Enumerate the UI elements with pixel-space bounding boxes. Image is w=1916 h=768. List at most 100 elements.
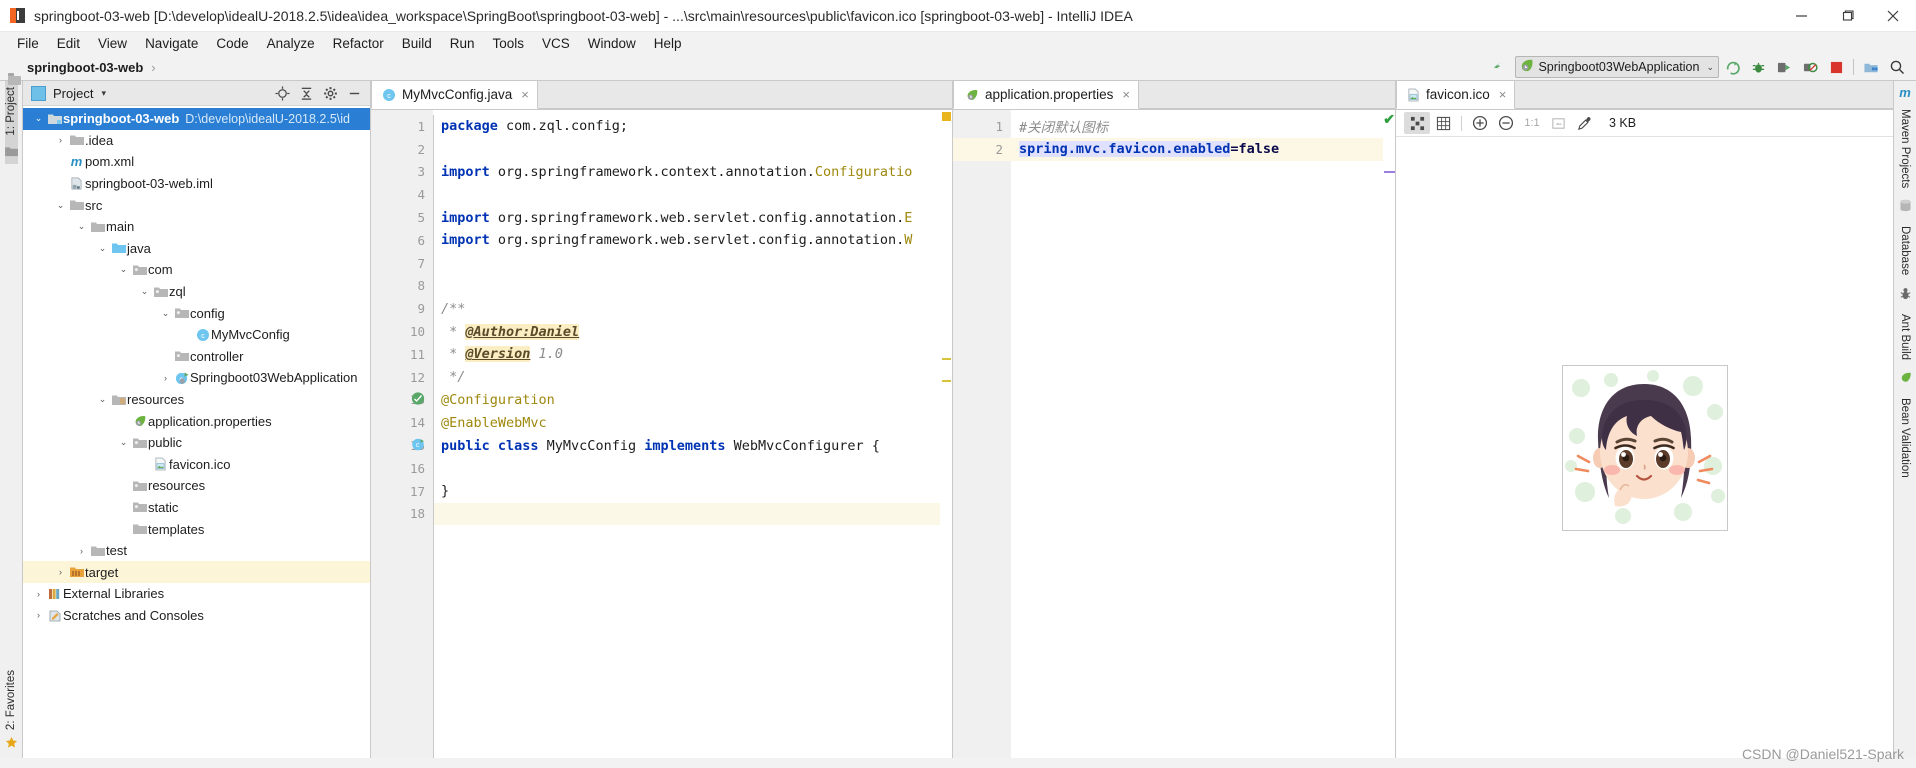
chevron-right-icon[interactable]: › <box>53 567 68 577</box>
maximize-button[interactable] <box>1824 0 1870 31</box>
menu-edit[interactable]: Edit <box>48 34 89 53</box>
menu-code[interactable]: Code <box>207 34 257 53</box>
chevron-down-icon[interactable]: ⌄ <box>53 200 68 211</box>
tree-item-public[interactable]: ⌄ public <box>23 432 370 454</box>
chevron-down-icon[interactable]: ⌄ <box>31 113 46 124</box>
debug-icon[interactable] <box>1745 56 1771 78</box>
tree-item-favicon-ico[interactable]: favicon.ico <box>23 454 370 476</box>
chevron-right-icon[interactable]: › <box>53 135 68 145</box>
tree-item-main[interactable]: ⌄ main <box>23 216 370 238</box>
actual-size-icon[interactable]: 1:1 <box>1519 112 1545 134</box>
zoom-out-icon[interactable] <box>1493 112 1519 134</box>
sidebar-tab-database[interactable]: Database <box>1899 219 1911 282</box>
collapse-all-icon[interactable] <box>294 82 318 104</box>
menu-tools[interactable]: Tools <box>484 34 534 53</box>
chevron-down-icon[interactable]: ⌄ <box>116 264 131 275</box>
fit-to-window-icon[interactable] <box>1545 112 1571 134</box>
close-icon[interactable]: × <box>1122 87 1130 102</box>
error-stripe-marker[interactable] <box>942 112 951 121</box>
chevron-down-icon[interactable]: ⌄ <box>158 308 173 319</box>
menu-refactor[interactable]: Refactor <box>324 34 393 53</box>
chevron-right-icon[interactable]: › <box>31 589 46 599</box>
tree-item-config[interactable]: ⌄ config <box>23 302 370 324</box>
spring-config-icon[interactable]: c <box>411 437 425 454</box>
tree-item-application-properties[interactable]: application.properties <box>23 410 370 432</box>
sidebar-tab-project[interactable]: 1: Project <box>5 81 17 142</box>
tree-item-target[interactable]: › target <box>23 561 370 584</box>
chevron-down-icon[interactable]: ⌄ <box>137 286 152 297</box>
make-project-icon[interactable] <box>1483 56 1509 78</box>
inspection-ok-icon[interactable]: ✔ <box>1383 111 1395 128</box>
tree-item-resources-root[interactable]: ⌄ resources <box>23 389 370 411</box>
search-everywhere-icon[interactable] <box>1884 56 1910 78</box>
chevron-right-icon[interactable]: › <box>31 610 46 620</box>
code-text-java[interactable]: package com.zql.config; import org.sprin… <box>433 110 940 758</box>
menu-vcs[interactable]: VCS <box>533 34 579 53</box>
image-viewer-canvas[interactable] <box>1396 137 1893 758</box>
spring-bean-icon[interactable] <box>411 391 425 408</box>
color-picker-icon[interactable] <box>1571 112 1597 134</box>
run-icon[interactable] <box>1719 56 1745 78</box>
run-configuration-selector[interactable]: Springboot03WebApplication ⌄ <box>1515 56 1719 78</box>
grid-icon[interactable] <box>1430 112 1456 134</box>
tree-item-java[interactable]: ⌄ java <box>23 238 370 260</box>
tree-item-com[interactable]: ⌄ com <box>23 259 370 281</box>
stop-icon[interactable] <box>1823 56 1849 78</box>
tree-item-external-libraries[interactable]: › External Libraries <box>23 583 370 605</box>
sidebar-tab-favorites[interactable]: 2: Favorites <box>5 664 17 736</box>
tree-item-iml[interactable]: springboot-03-web.iml <box>23 173 370 195</box>
menu-run[interactable]: Run <box>441 34 484 53</box>
project-structure-icon[interactable] <box>1858 56 1884 78</box>
chevron-down-icon[interactable]: ⌄ <box>116 437 131 448</box>
settings-gear-icon[interactable] <box>318 82 342 104</box>
tree-item-templates[interactable]: templates <box>23 518 370 540</box>
tab-application-properties[interactable]: application.properties × <box>953 80 1139 109</box>
code-editor-java[interactable]: 1 2 3 4 5 6 7 8 9 10 11 12 14 c 16 17 18… <box>371 110 952 758</box>
chevron-down-icon[interactable]: ⌄ <box>74 221 89 232</box>
tree-item-resources-dir[interactable]: resources <box>23 475 370 497</box>
marker-stripe-properties[interactable]: ✔ <box>1383 110 1395 758</box>
close-icon[interactable]: × <box>1499 87 1507 102</box>
sidebar-tab-maven-projects[interactable]: Maven Projects <box>1899 102 1911 195</box>
tab-favicon-ico[interactable]: favicon.ico × <box>1396 80 1516 109</box>
code-text-properties[interactable]: #关闭默认图标 spring.mvc.favicon.enabled = false <box>1011 110 1383 758</box>
tree-item-scratches-and-consoles[interactable]: › Scratches and Consoles <box>23 605 370 627</box>
chevron-down-icon[interactable]: ▾ <box>101 88 106 99</box>
menu-build[interactable]: Build <box>393 34 441 53</box>
tree-item-mymvcconfig[interactable]: c MyMvcConfig <box>23 324 370 346</box>
zoom-in-icon[interactable] <box>1467 112 1493 134</box>
menu-help[interactable]: Help <box>645 34 691 53</box>
run-with-coverage-icon[interactable] <box>1771 56 1797 78</box>
tree-item-idea[interactable]: › .idea <box>23 130 370 152</box>
tree-item-static[interactable]: static <box>23 497 370 519</box>
chevron-right-icon[interactable]: › <box>74 546 89 556</box>
tree-item-springboot-03-web[interactable]: ⌄ springboot-03-web D:\develop\idealU-20… <box>23 108 370 130</box>
close-button[interactable] <box>1870 0 1916 31</box>
menu-view[interactable]: View <box>89 34 136 53</box>
tree-item-src[interactable]: ⌄ src <box>23 194 370 216</box>
tree-item-springboot03webapplication[interactable]: › c Springboot03WebApplication <box>23 367 370 389</box>
chevron-down-icon[interactable]: ⌄ <box>95 243 110 254</box>
tree-item-controller[interactable]: controller <box>23 346 370 368</box>
hide-panel-icon[interactable] <box>342 82 366 104</box>
tab-mymvcconfig-java[interactable]: c MyMvcConfig.java × <box>371 80 538 109</box>
code-editor-properties[interactable]: 1 2 #关闭默认图标 spring.mvc.favicon.enabled = f… <box>953 110 1395 758</box>
transparency-chessboard-icon[interactable] <box>1404 112 1430 134</box>
tree-item-pom-xml[interactable]: m pom.xml <box>23 151 370 173</box>
breadcrumb[interactable]: springboot-03-web › <box>0 60 160 85</box>
tree-item-test[interactable]: › test <box>23 540 370 562</box>
project-tree[interactable]: ⌄ springboot-03-web D:\develop\idealU-20… <box>23 106 370 758</box>
menu-navigate[interactable]: Navigate <box>136 34 207 53</box>
tree-item-zql[interactable]: ⌄ zql <box>23 281 370 303</box>
locate-icon[interactable] <box>270 82 294 104</box>
chevron-right-icon[interactable]: › <box>158 373 173 383</box>
sidebar-tab-ant-build[interactable]: Ant Build <box>1899 307 1911 367</box>
menu-window[interactable]: Window <box>579 34 645 53</box>
close-icon[interactable]: × <box>521 87 529 102</box>
sidebar-tab-bean-validation[interactable]: Bean Validation <box>1899 391 1911 485</box>
chevron-down-icon[interactable]: ⌄ <box>95 394 110 405</box>
marker-stripe-java[interactable] <box>940 110 952 758</box>
profile-icon[interactable] <box>1797 56 1823 78</box>
minimize-button[interactable] <box>1778 0 1824 31</box>
menu-analyze[interactable]: Analyze <box>258 34 324 53</box>
